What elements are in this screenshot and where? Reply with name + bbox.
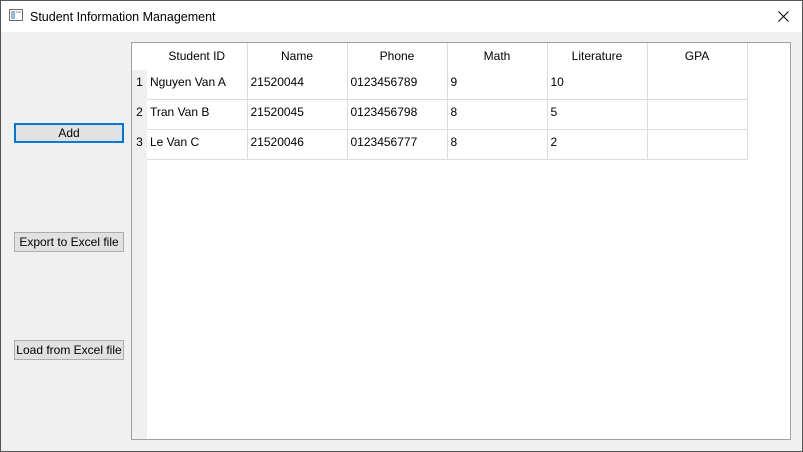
app-window-icon	[9, 9, 23, 21]
close-icon	[778, 11, 789, 22]
table-cell[interactable]: 21520045	[247, 99, 348, 130]
table-cell[interactable]: 10	[547, 70, 648, 100]
table-cell[interactable]: 21520044	[247, 70, 348, 100]
column-header-name[interactable]: Name	[247, 43, 348, 70]
row-header[interactable]: 3	[132, 129, 147, 160]
table-cell[interactable]: Nguyen Van A	[147, 70, 248, 100]
main-window: Student Information Management Add Expor…	[0, 0, 803, 452]
table-row: 1 Nguyen Van A 21520044 0123456789 9 10	[132, 70, 748, 100]
window-title: Student Information Management	[30, 10, 216, 24]
table-cell[interactable]: 8	[447, 129, 548, 160]
export-to-excel-button[interactable]: Export to Excel file	[14, 232, 124, 252]
corner-header[interactable]	[132, 43, 147, 70]
add-button[interactable]: Add	[14, 123, 124, 143]
table-cell[interactable]	[647, 129, 748, 160]
column-header-gpa[interactable]: GPA	[647, 43, 748, 70]
table-cell[interactable]: 2	[547, 129, 648, 160]
table-cell[interactable]: 21520046	[247, 129, 348, 160]
row-header[interactable]: 1	[132, 70, 147, 100]
student-data-grid[interactable]: Student ID Name Phone Math Literature GP…	[131, 42, 791, 440]
table-cell[interactable]: 0123456798	[347, 99, 448, 130]
column-header-student-id[interactable]: Student ID	[147, 43, 248, 70]
table-cell[interactable]: Le Van C	[147, 129, 248, 160]
column-header-literature[interactable]: Literature	[547, 43, 648, 70]
student-table: Student ID Name Phone Math Literature GP…	[132, 43, 748, 160]
table-cell[interactable]: 0123456777	[347, 129, 448, 160]
column-header-math[interactable]: Math	[447, 43, 548, 70]
table-cell[interactable]: 5	[547, 99, 648, 130]
table-row: 3 Le Van C 21520046 0123456777 8 2	[132, 129, 748, 160]
table-cell[interactable]: 9	[447, 70, 548, 100]
table-header-row: Student ID Name Phone Math Literature GP…	[132, 43, 748, 70]
table-cell[interactable]: 0123456789	[347, 70, 448, 100]
table-cell[interactable]: Tran Van B	[147, 99, 248, 130]
column-header-phone[interactable]: Phone	[347, 43, 448, 70]
row-header[interactable]: 2	[132, 99, 147, 130]
close-button[interactable]	[766, 1, 802, 32]
load-from-excel-button[interactable]: Load from Excel file	[14, 340, 124, 360]
table-row: 2 Tran Van B 21520045 0123456798 8 5	[132, 99, 748, 130]
table-cell[interactable]: 8	[447, 99, 548, 130]
table-cell[interactable]	[647, 99, 748, 130]
title-bar[interactable]: Student Information Management	[1, 1, 802, 32]
table-cell[interactable]	[647, 70, 748, 100]
